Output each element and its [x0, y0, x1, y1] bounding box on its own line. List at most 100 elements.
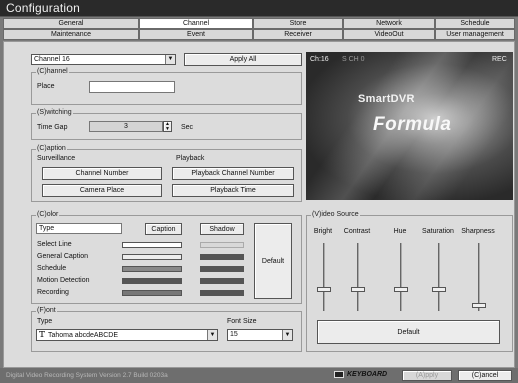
- slider-thumb-contrast[interactable]: [351, 287, 365, 293]
- slider-track-hue[interactable]: [400, 243, 402, 311]
- chevron-down-icon[interactable]: ▼: [165, 55, 175, 64]
- slider-track-saturation[interactable]: [438, 243, 440, 311]
- select-line-caption-swatch[interactable]: [122, 242, 182, 248]
- version-text: Digital Video Recording System Version 2…: [6, 372, 168, 379]
- slider-label-hue: Hue: [393, 228, 407, 235]
- font-size-select[interactable]: 15 ▼: [227, 329, 293, 341]
- tab-schedule[interactable]: Schedule: [435, 18, 515, 29]
- motion-detection-label: Motion Detection: [37, 277, 90, 284]
- video-default-button[interactable]: Default: [317, 320, 500, 344]
- channel-group: (C)hannel Place: [31, 68, 302, 105]
- channel-number-button[interactable]: Channel Number: [42, 167, 162, 180]
- tab-general[interactable]: General: [3, 18, 139, 29]
- slider-track-contrast[interactable]: [357, 243, 359, 311]
- slider-track-sharpness[interactable]: [478, 243, 480, 311]
- time-gap-label: Time Gap: [37, 124, 68, 131]
- video-preview: Ch:16 S CH 0 REC SmartDVR Formula: [306, 52, 513, 200]
- playback-label: Playback: [176, 155, 205, 162]
- recording-label: Recording: [37, 289, 69, 296]
- select-line-label: Select Line: [37, 241, 72, 248]
- channel-group-title: (C)hannel: [36, 68, 69, 75]
- type-header-text: Type: [39, 225, 55, 232]
- font-size-value: 15: [230, 331, 238, 338]
- tab-channel[interactable]: Channel: [139, 18, 253, 29]
- time-gap-unit: Sec: [181, 124, 194, 131]
- tab-event[interactable]: Event: [139, 29, 253, 40]
- stepper-down-icon[interactable]: ▼: [165, 126, 170, 132]
- color-default-button[interactable]: Default: [254, 223, 292, 299]
- keyboard-label: KEYBOARD: [347, 371, 388, 378]
- tab-receiver[interactable]: Receiver: [253, 29, 343, 40]
- title-bar: Configuration: [0, 0, 518, 17]
- schedule-caption-swatch[interactable]: [122, 266, 182, 272]
- font-size-label: Font Size: [227, 318, 257, 325]
- time-gap-value: 3: [124, 123, 128, 130]
- motion-detection-caption-swatch[interactable]: [122, 278, 182, 284]
- time-gap-input[interactable]: 3: [89, 121, 163, 132]
- slider-label-sharpness: Sharpness: [461, 228, 495, 235]
- font-type-value: Tahoma abcdeABCDE: [47, 332, 118, 339]
- switching-group-title: (S)witching: [36, 109, 73, 116]
- video-source-group: (V)ideo Source Bright Contrast Hue Saturati…: [306, 211, 513, 352]
- slider-track-bright[interactable]: [323, 243, 325, 311]
- slider-thumb-sharpness[interactable]: [472, 302, 486, 308]
- keyboard-button[interactable]: KEYBOARD: [334, 370, 388, 381]
- tab-network[interactable]: Network: [343, 18, 435, 29]
- color-group: (C)olor Type Caption Shadow Default Sele…: [31, 211, 302, 304]
- slider-label-bright: Bright: [313, 228, 333, 235]
- channel-panel: Channel 16 ▼ Apply All (C)hannel Place (…: [3, 41, 515, 368]
- chevron-down-icon[interactable]: ▼: [282, 330, 292, 340]
- playback-time-button[interactable]: Playback Time: [172, 184, 294, 197]
- video-rec-label: REC: [492, 56, 507, 63]
- recording-caption-swatch[interactable]: [122, 290, 182, 296]
- truetype-icon: 𝕋: [39, 330, 45, 339]
- font-type-label: Type: [37, 318, 53, 325]
- slider-thumb-hue[interactable]: [394, 287, 408, 293]
- surveillance-label: Surveillance: [37, 155, 76, 162]
- slider-label-contrast: Contrast: [343, 228, 371, 235]
- configuration-window: Configuration General Channel Store Netw…: [0, 0, 518, 383]
- motion-detection-shadow-swatch[interactable]: [200, 278, 244, 284]
- caption-group: (C)aption Surveillance Playback Channel …: [31, 145, 302, 202]
- tab-user-management[interactable]: User management: [435, 29, 515, 40]
- general-caption-shadow-swatch[interactable]: [200, 254, 244, 260]
- brand-formula: Formula: [373, 114, 452, 135]
- playback-channel-number-button[interactable]: Playback Channel Number: [172, 167, 294, 180]
- channel-select-value: Channel 16: [34, 56, 70, 63]
- camera-place-button[interactable]: Camera Place: [42, 184, 162, 197]
- cancel-button[interactable]: (C)ancel: [458, 370, 512, 381]
- channel-select[interactable]: Channel 16 ▼: [31, 54, 176, 65]
- switching-group: (S)witching Time Gap 3 ▲ ▼ Sec: [31, 109, 302, 140]
- status-bar: Digital Video Recording System Version 2…: [0, 368, 518, 383]
- caption-group-title: (C)aption: [36, 145, 67, 152]
- font-group: (F)ont Type Font Size 𝕋 Tahoma abcdeABCDE…: [31, 307, 302, 352]
- tab-strip: General Channel Store Network Schedule M…: [3, 17, 515, 40]
- keyboard-icon: [334, 371, 344, 378]
- font-type-select[interactable]: 𝕋 Tahoma abcdeABCDE ▼: [36, 329, 218, 341]
- apply-all-button[interactable]: Apply All: [184, 53, 302, 66]
- slider-thumb-saturation[interactable]: [432, 287, 446, 293]
- font-group-title: (F)ont: [36, 307, 57, 314]
- place-label: Place: [37, 83, 55, 90]
- place-input[interactable]: [89, 81, 175, 93]
- tab-maintenance[interactable]: Maintenance: [3, 29, 139, 40]
- time-gap-stepper[interactable]: ▲ ▼: [163, 121, 172, 132]
- select-line-shadow-swatch[interactable]: [200, 242, 244, 248]
- schedule-shadow-swatch[interactable]: [200, 266, 244, 272]
- color-group-title: (C)olor: [36, 211, 60, 218]
- video-overlay-text: S CH 0: [342, 56, 365, 63]
- type-header: Type: [36, 223, 122, 234]
- tab-store[interactable]: Store: [253, 18, 343, 29]
- chevron-down-icon[interactable]: ▼: [207, 330, 217, 340]
- apply-button[interactable]: (A)pply: [402, 370, 452, 381]
- tab-videoout[interactable]: VideoOut: [343, 29, 435, 40]
- brand-smartdvr: SmartDVR: [358, 93, 415, 105]
- schedule-label: Schedule: [37, 265, 67, 272]
- general-caption-caption-swatch[interactable]: [122, 254, 182, 260]
- shadow-color-button[interactable]: Shadow: [200, 223, 244, 235]
- slider-thumb-bright[interactable]: [317, 287, 331, 293]
- video-channel-label: Ch:16: [310, 56, 329, 63]
- caption-color-button[interactable]: Caption: [145, 223, 182, 235]
- slider-label-saturation: Saturation: [422, 228, 454, 235]
- recording-shadow-swatch[interactable]: [200, 290, 244, 296]
